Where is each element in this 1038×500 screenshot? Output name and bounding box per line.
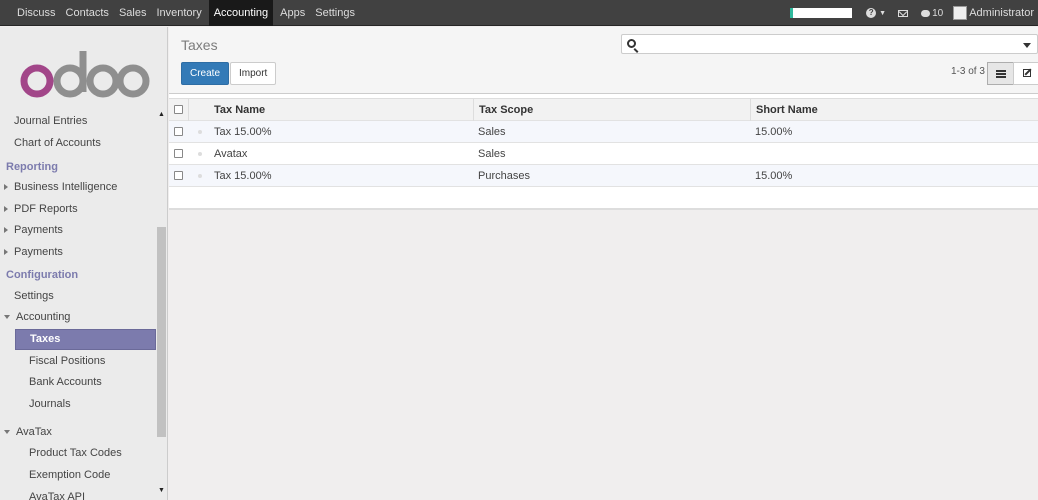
chat-notifications[interactable]: 10: [921, 8, 943, 19]
sidebar-item-journal-entries[interactable]: Journal Entries: [0, 112, 156, 130]
column-header-tax-scope[interactable]: Tax Scope: [479, 99, 533, 122]
chat-icon: [921, 9, 931, 17]
column-header-short-name[interactable]: Short Name: [756, 99, 818, 122]
column-header-tax-name[interactable]: Tax Name: [214, 99, 265, 122]
sidebar-item-bank-accounts[interactable]: Bank Accounts: [0, 373, 156, 391]
row-checkbox[interactable]: [174, 149, 183, 158]
row-handle-icon[interactable]: [198, 130, 202, 134]
column-separator: [473, 99, 474, 122]
sidebar-item-avatax-api[interactable]: AvaTax API: [0, 488, 156, 500]
table-header-row: Tax Name Tax Scope Short Name: [169, 98, 1038, 122]
tax-scope-cell: Sales: [478, 126, 506, 138]
edit-icon: [1023, 69, 1031, 77]
search-options-caret-icon[interactable]: [1023, 43, 1031, 48]
sidebar-item-chart-of-accounts[interactable]: Chart of Accounts: [0, 134, 156, 152]
menu-apps[interactable]: Apps: [275, 0, 310, 26]
control-panel: Taxes Create Import 1-3 of 3: [169, 27, 1038, 94]
scroll-down-icon[interactable]: ▼: [158, 487, 165, 494]
list-view-button[interactable]: [987, 62, 1014, 85]
menu-accounting[interactable]: Accounting: [208, 0, 274, 26]
sidebar-section-reporting: Reporting: [6, 161, 58, 173]
tax-name-cell: Tax 15.00%: [214, 170, 272, 182]
page-title: Taxes: [181, 37, 218, 53]
caret-down-icon: ▼: [879, 9, 887, 17]
sidebar-item-label: Payments: [14, 246, 63, 258]
search-icon: [627, 39, 636, 48]
column-separator: [750, 99, 751, 122]
table-row[interactable]: Avatax Sales: [169, 143, 1038, 165]
search-input[interactable]: [642, 37, 1012, 52]
loading-progress-bar: [790, 8, 853, 18]
caret-right-icon: [4, 184, 8, 191]
top-navbar: Discuss Contacts Sales Inventory Account…: [0, 0, 1038, 26]
menu-sales[interactable]: Sales: [114, 0, 152, 26]
odoo-logo: [20, 51, 150, 98]
taxes-table: Tax Name Tax Scope Short Name Tax 15.00%…: [169, 94, 1038, 210]
menu-settings[interactable]: Settings: [310, 0, 360, 26]
sidebar-item-accounting[interactable]: Accounting: [0, 308, 156, 326]
menu-discuss[interactable]: Discuss: [12, 0, 61, 26]
sidebar-section-configuration: Configuration: [6, 269, 79, 281]
row-checkbox[interactable]: [174, 127, 183, 136]
menu-inventory[interactable]: Inventory: [151, 0, 206, 26]
caret-right-icon: [4, 206, 8, 213]
sidebar: ▲ ▼ Journal Entries Chart of Accounts Re…: [0, 27, 168, 500]
tax-name-cell: Tax 15.00%: [214, 126, 272, 138]
user-area: ? ▼ 10 Administrator: [790, 0, 1034, 26]
short-name-cell: 15.00%: [755, 170, 793, 182]
form-view-button[interactable]: [1013, 62, 1038, 85]
sidebar-item-exemption-code[interactable]: Exemption Code: [0, 466, 156, 484]
question-icon: ?: [866, 8, 877, 18]
sidebar-item-payments[interactable]: Payments: [0, 221, 156, 239]
create-button[interactable]: Create: [181, 62, 230, 85]
sidebar-item-label: Payments: [14, 224, 63, 236]
sidebar-item-label: Accounting: [16, 311, 71, 323]
list-icon: [996, 70, 1006, 78]
sidebar-item-pdf-reports[interactable]: PDF Reports: [0, 200, 156, 218]
scroll-up-icon[interactable]: ▲: [158, 111, 165, 118]
message-count: 10: [932, 7, 944, 19]
tax-name-cell: Avatax: [214, 148, 248, 160]
sidebar-item-fiscal-positions[interactable]: Fiscal Positions: [0, 352, 156, 370]
row-checkbox[interactable]: [174, 171, 183, 180]
short-name-cell: 15.00%: [755, 126, 793, 138]
sidebar-item-product-tax-codes[interactable]: Product Tax Codes: [0, 444, 156, 462]
avatar[interactable]: [953, 6, 968, 20]
sidebar-item-payments-2[interactable]: Payments: [0, 243, 156, 261]
caret-down-icon: [4, 315, 10, 320]
sidebar-item-avatax[interactable]: AvaTax: [0, 423, 156, 441]
search-box[interactable]: [621, 34, 1038, 54]
sidebar-item-taxes[interactable]: Taxes: [15, 329, 156, 350]
caret-down-icon: [4, 430, 10, 435]
menu-contacts[interactable]: Contacts: [61, 0, 114, 26]
sidebar-item-label: Business Intelligence: [14, 181, 118, 193]
tax-scope-cell: Sales: [478, 148, 506, 160]
column-separator: [188, 99, 189, 122]
app-menu: Discuss Contacts Sales Inventory Account…: [12, 0, 360, 26]
help-menu[interactable]: ? ▼: [866, 8, 886, 18]
tax-scope-cell: Purchases: [478, 170, 530, 182]
caret-right-icon: [4, 249, 8, 256]
caret-right-icon: [4, 227, 8, 234]
pager-value[interactable]: 1-3 of 3: [951, 66, 985, 77]
envelope-icon[interactable]: [898, 9, 909, 17]
table-row[interactable]: Tax 15.00% Purchases 15.00%: [169, 165, 1038, 187]
sidebar-scrollbar[interactable]: [157, 227, 166, 437]
import-button[interactable]: Import: [230, 62, 277, 85]
sidebar-item-settings[interactable]: Settings: [0, 287, 156, 305]
select-all-checkbox[interactable]: [174, 105, 183, 114]
row-handle-icon[interactable]: [198, 174, 202, 178]
row-handle-icon[interactable]: [198, 152, 202, 156]
sidebar-item-business-intelligence[interactable]: Business Intelligence: [0, 178, 156, 196]
sidebar-item-journals[interactable]: Journals: [0, 395, 156, 413]
sidebar-item-label: PDF Reports: [14, 203, 78, 215]
user-name[interactable]: Administrator: [969, 7, 1034, 19]
table-row[interactable]: Tax 15.00% Sales 15.00%: [169, 121, 1038, 143]
sidebar-item-label: AvaTax: [16, 426, 52, 438]
